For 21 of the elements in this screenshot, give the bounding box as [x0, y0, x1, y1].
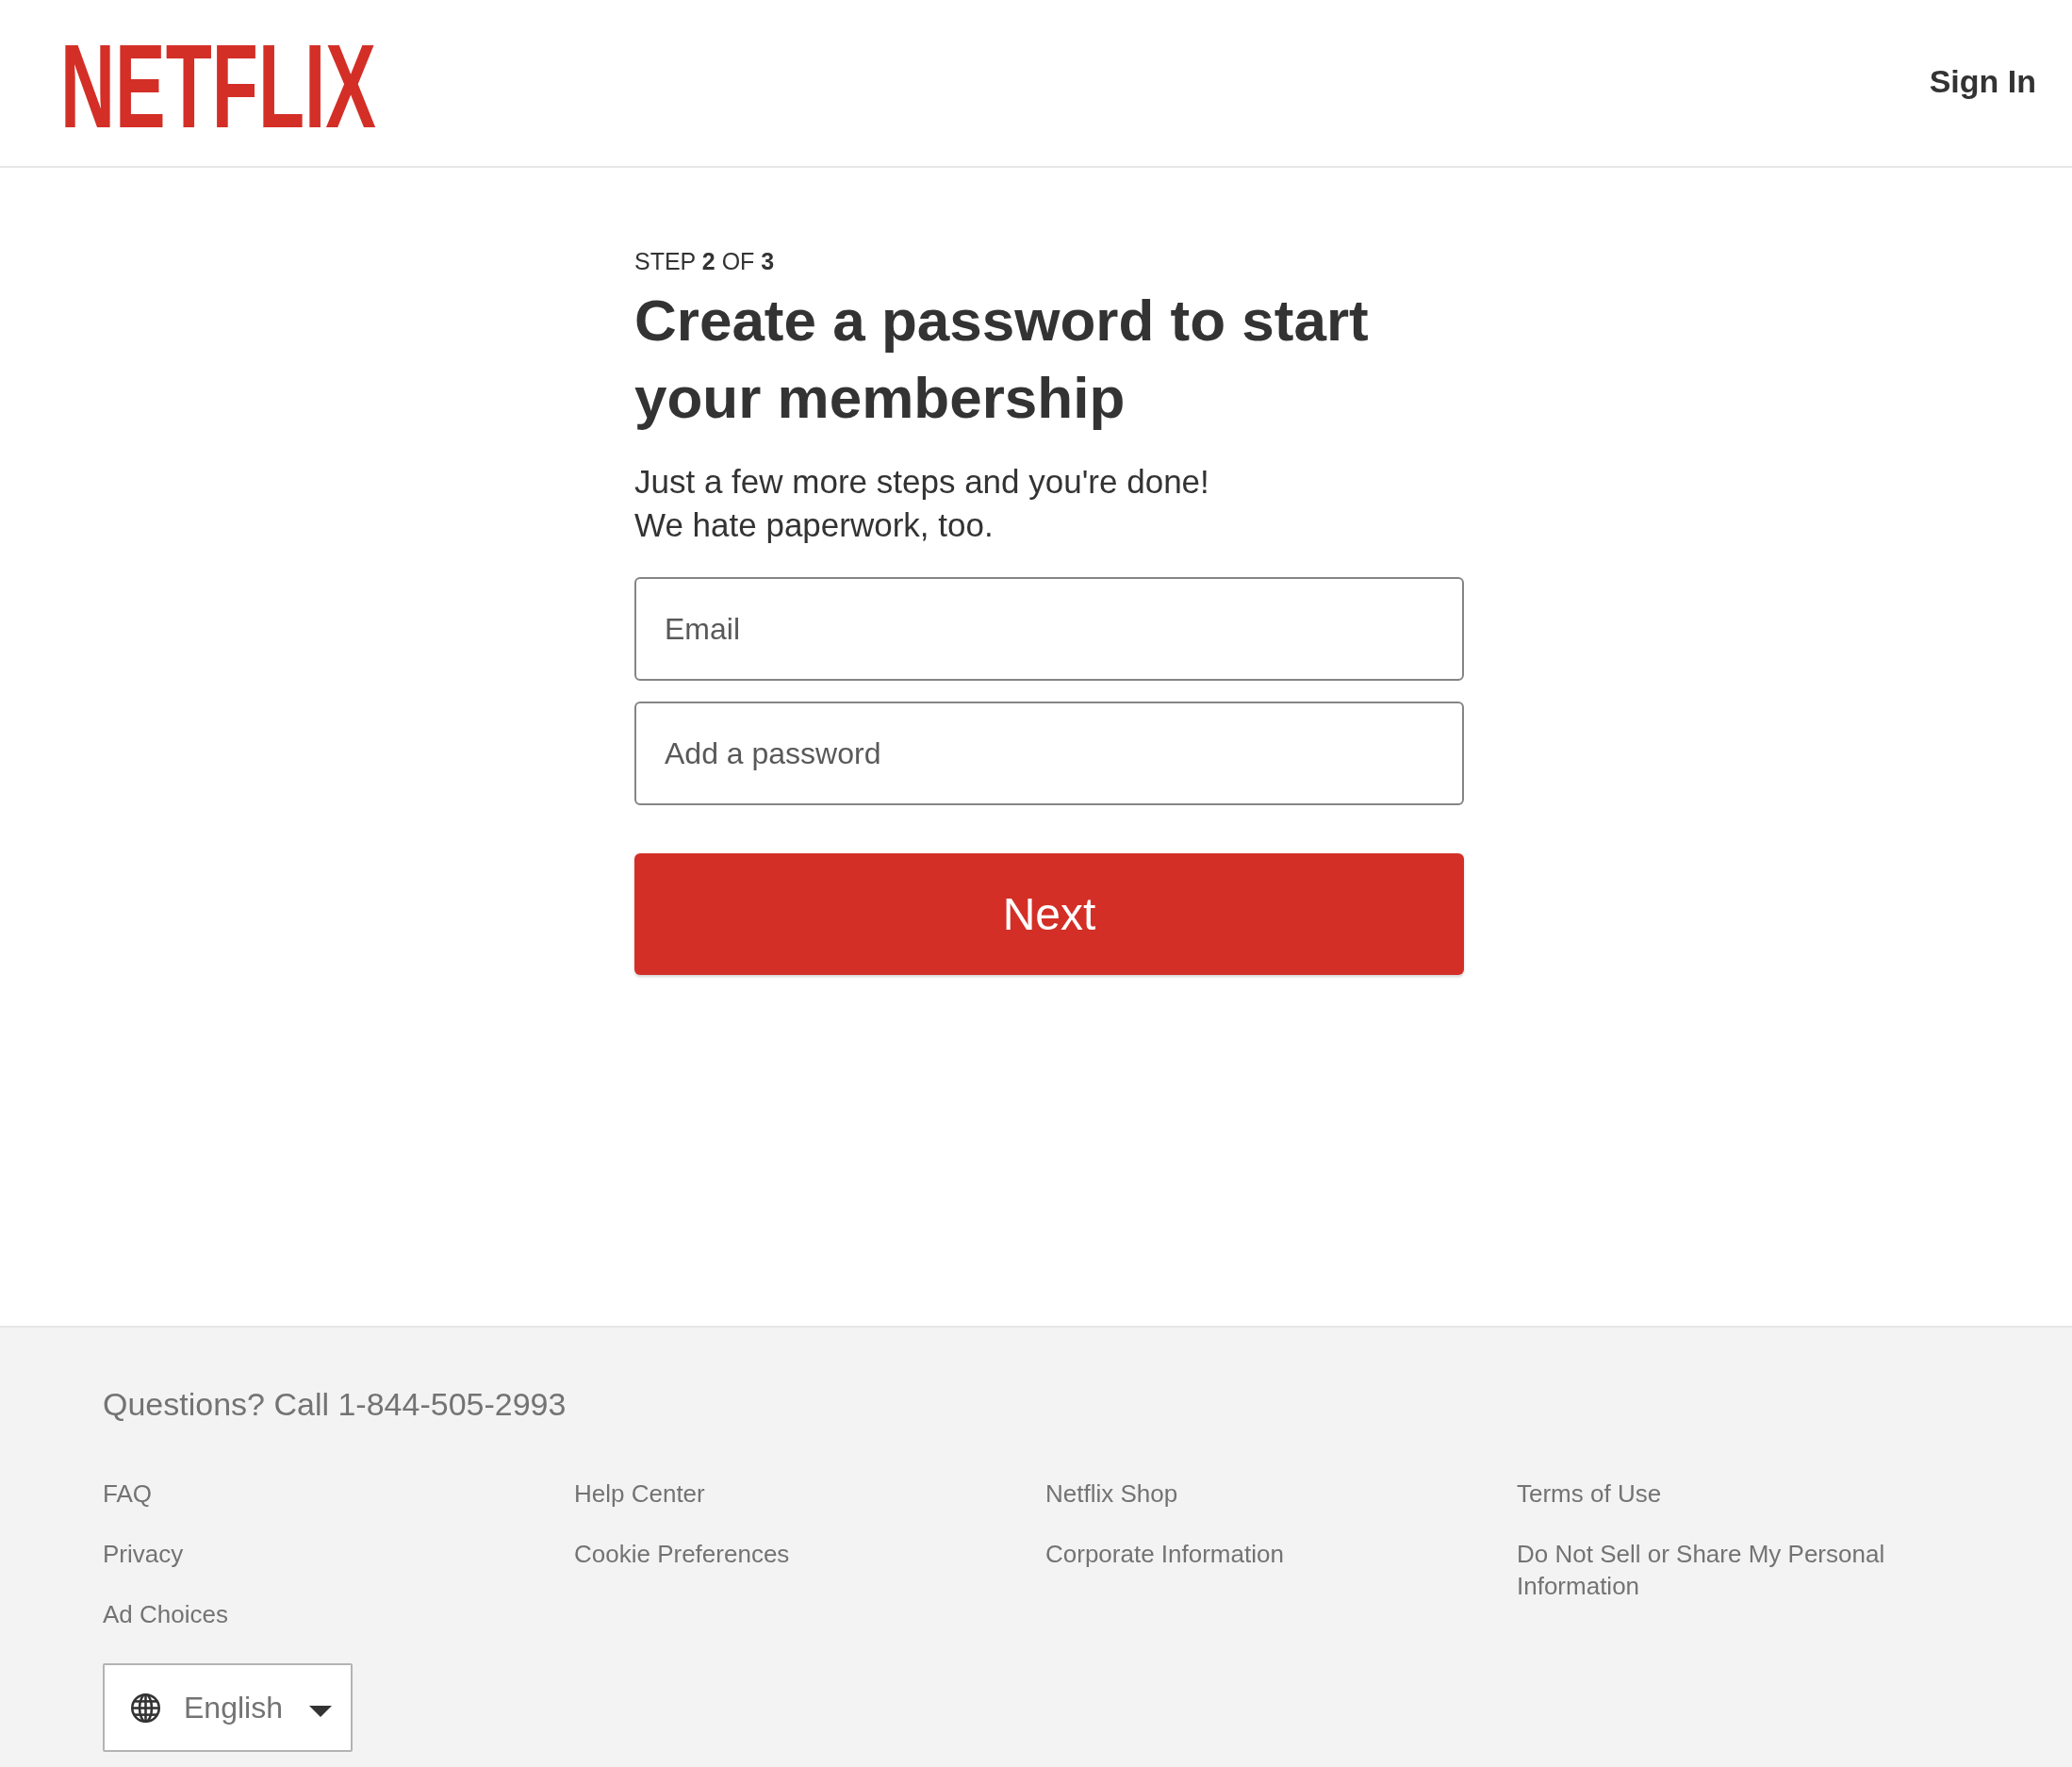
- globe-icon: [131, 1693, 160, 1723]
- logo[interactable]: NETFLIX: [60, 17, 376, 155]
- footer-link[interactable]: Netflix Shop: [1045, 1478, 1178, 1510]
- page-heading: Create a password to start your membership: [634, 287, 1370, 432]
- footer-link[interactable]: Terms of Use: [1517, 1478, 1662, 1510]
- footer-link[interactable]: Help Center: [574, 1478, 705, 1510]
- sign-in-link[interactable]: Sign In: [1929, 62, 2036, 100]
- footer-link[interactable]: Cookie Preferences: [574, 1538, 790, 1570]
- language-select[interactable]: English: [103, 1663, 353, 1752]
- footer-phone-text: Questions? Call 1-844-505-2993: [103, 1385, 567, 1423]
- footer-link[interactable]: Ad Choices: [103, 1598, 228, 1630]
- input-field[interactable]: Add a password: [634, 702, 1464, 805]
- footer-link[interactable]: Privacy: [103, 1538, 184, 1570]
- step-indicator: STEP 2 OF 3: [634, 247, 775, 275]
- input-field[interactable]: Email: [634, 577, 1464, 681]
- footer-link[interactable]: Corporate Information: [1045, 1538, 1284, 1570]
- footer-link[interactable]: Do Not Sell or Share My Personal Information: [1517, 1538, 1922, 1602]
- subtitle-text: Just a few more steps and you're done! We hate paperwork, too.: [634, 462, 1209, 545]
- caret-icon: [309, 1706, 332, 1717]
- footer-link[interactable]: FAQ: [103, 1478, 152, 1510]
- next-button[interactable]: Next: [634, 853, 1464, 975]
